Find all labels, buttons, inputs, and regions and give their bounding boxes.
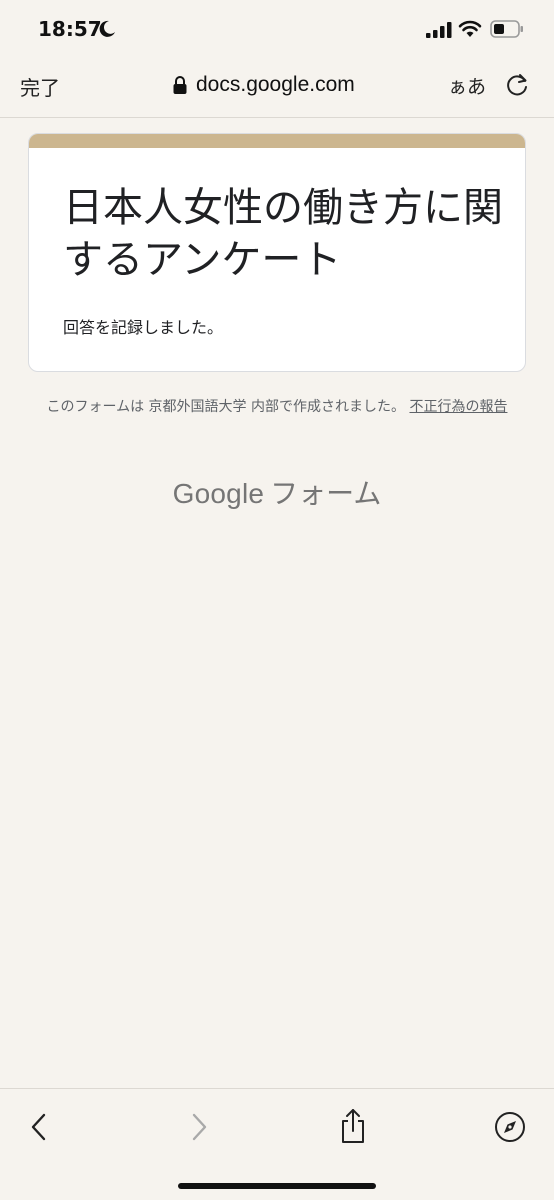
confirmation-card: 日本人女性の働き方に関するアンケート 回答を記録しました。 [28, 133, 526, 372]
form-footer-note: このフォームは 京都外国語大学 内部で作成されました。 不正行為の報告 [40, 394, 514, 420]
report-abuse-link[interactable]: 不正行為の報告 [409, 399, 507, 415]
reload-icon[interactable] [506, 72, 530, 98]
back-icon[interactable] [26, 1111, 52, 1143]
google-wordmark: Google [172, 478, 265, 509]
moon-icon [99, 20, 115, 37]
wifi-icon [458, 20, 482, 37]
home-indicator [178, 1183, 376, 1189]
browser-toolbar: 完了 docs.google.com ぁあ [0, 60, 554, 118]
status-time: 18:57 [38, 17, 102, 41]
battery-icon [490, 20, 523, 38]
url-text: docs.google.com [196, 73, 355, 96]
done-button[interactable]: 完了 [20, 72, 60, 101]
compass-icon[interactable] [494, 1111, 526, 1143]
forms-wordmark: フォーム [270, 477, 382, 510]
signal-icon [426, 22, 452, 38]
google-forms-logo[interactable]: Google フォーム [0, 472, 554, 512]
forward-icon[interactable] [186, 1111, 212, 1143]
text-size-button[interactable]: ぁあ [448, 72, 486, 99]
address-bar[interactable]: docs.google.com [172, 70, 355, 100]
created-by-text: このフォームは 京都外国語大学 内部で作成されました。 [46, 399, 406, 415]
form-title: 日本人女性の働き方に関するアンケート [63, 185, 503, 283]
lock-icon [173, 76, 187, 94]
response-recorded-message: 回答を記録しました。 [63, 318, 224, 337]
status-bar: 18:57 [0, 0, 554, 60]
browser-bottom-bar [0, 1088, 554, 1200]
card-accent-bar [29, 134, 525, 148]
share-icon[interactable] [338, 1107, 368, 1145]
